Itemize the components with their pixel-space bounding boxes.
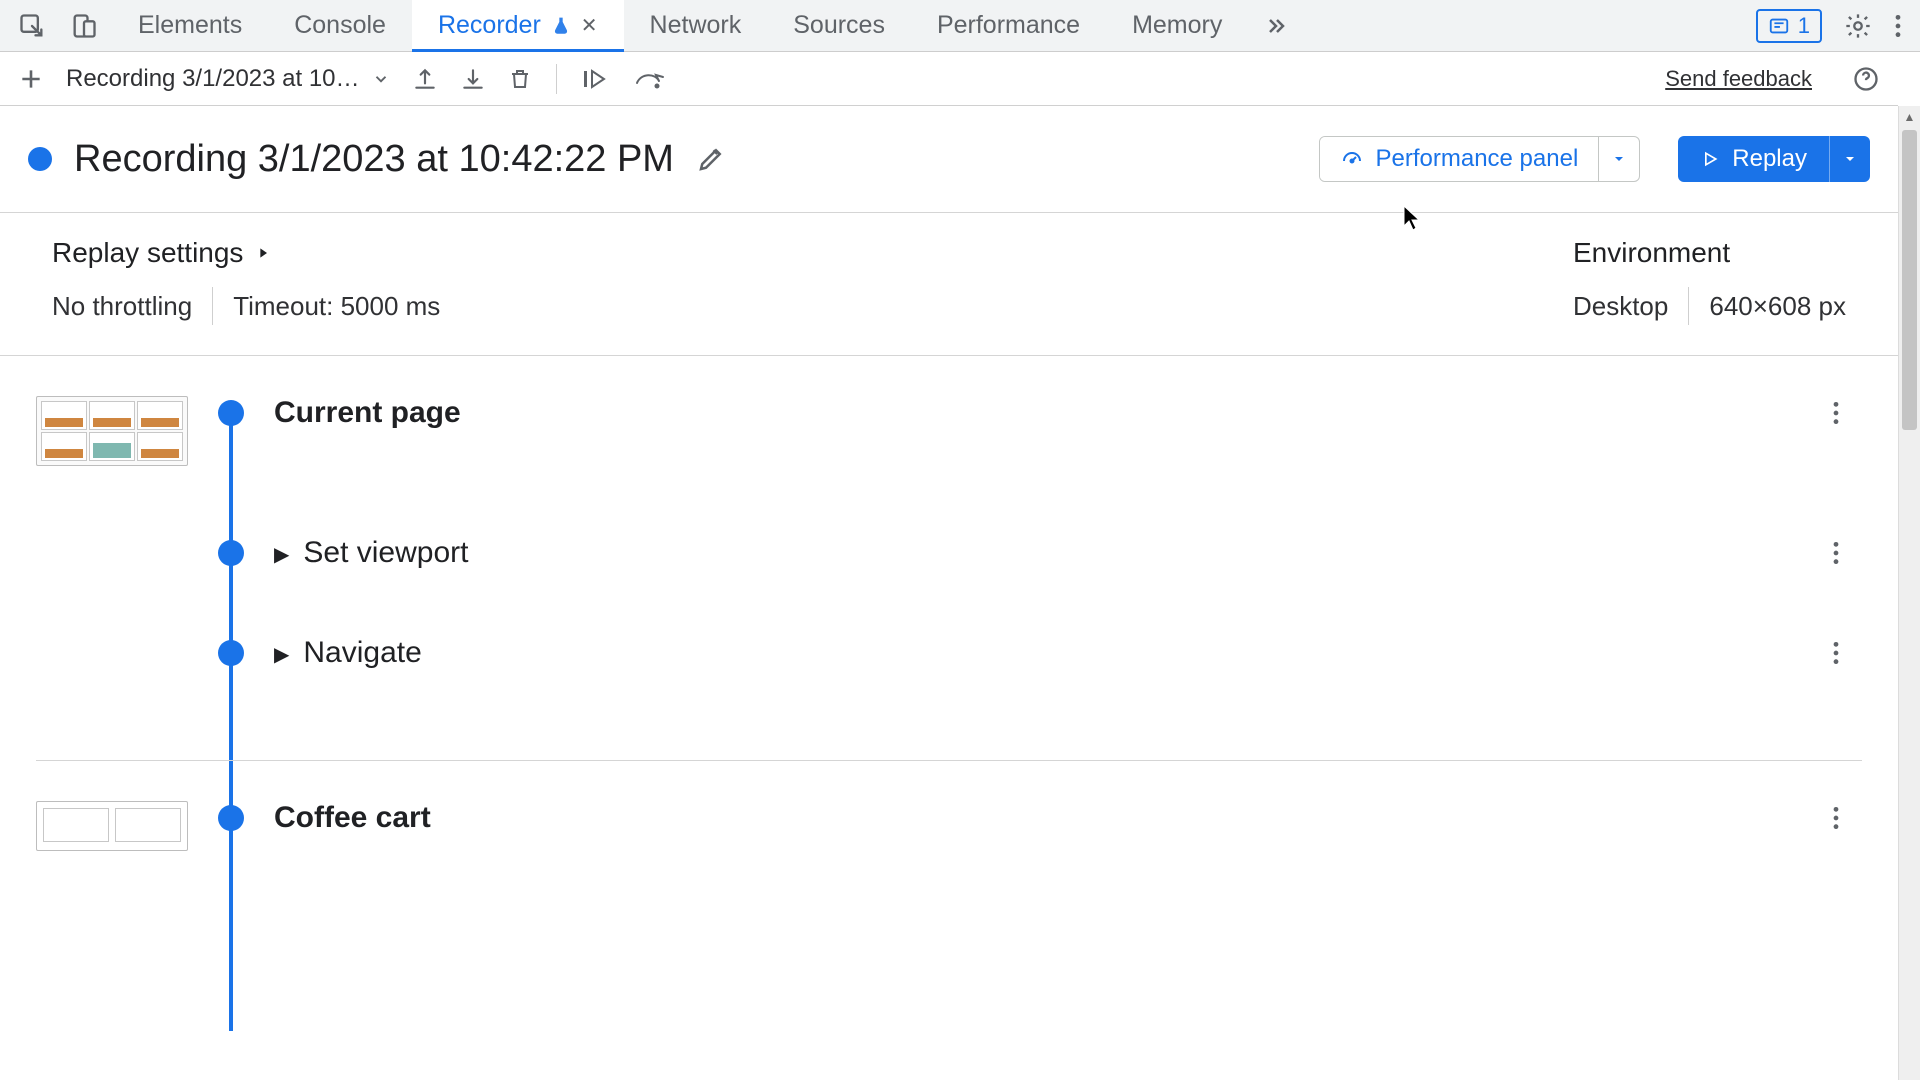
chevron-right-icon: ▶ <box>274 542 289 567</box>
replay-button[interactable]: Replay <box>1678 136 1870 182</box>
timeout-value: Timeout: 5000 ms <box>233 291 440 322</box>
inspect-icon[interactable] <box>18 12 46 40</box>
step-title[interactable]: Coffee cart <box>274 801 431 835</box>
timeline-node <box>218 400 244 426</box>
tab-performance[interactable]: Performance <box>911 0 1106 51</box>
kebab-icon[interactable] <box>1820 640 1852 666</box>
environment-heading: Environment <box>1573 237 1730 269</box>
tab-memory[interactable]: Memory <box>1106 0 1248 51</box>
tab-elements[interactable]: Elements <box>112 0 268 51</box>
recording-indicator-dot <box>28 147 52 171</box>
step-play-icon[interactable] <box>581 66 611 92</box>
recording-title: Recording 3/1/2023 at 10:42:22 PM <box>74 138 674 181</box>
recording-title-row: Recording 3/1/2023 at 10:42:22 PM Perfor… <box>0 106 1898 213</box>
close-icon[interactable]: ✕ <box>581 13 598 38</box>
performance-panel-dropdown[interactable] <box>1598 137 1639 181</box>
timeline-node <box>218 640 244 666</box>
kebab-icon[interactable] <box>1894 13 1902 39</box>
scroll-up-icon[interactable]: ▲ <box>1899 106 1920 128</box>
divider <box>1688 287 1689 325</box>
step-group: ▶ Set viewport <box>36 536 1862 636</box>
plus-icon[interactable] <box>18 66 44 92</box>
tab-label: Sources <box>793 11 885 40</box>
issues-count: 1 <box>1798 13 1810 39</box>
send-feedback-link[interactable]: Send feedback <box>1665 66 1812 92</box>
tab-label: Memory <box>1132 11 1222 40</box>
performance-panel-label: Performance panel <box>1376 145 1579 173</box>
chevron-double-right-icon <box>1264 14 1288 38</box>
devtools-tab-strip: Elements Console Recorder ✕ Network Sour… <box>0 0 1920 52</box>
step-title-text: Current page <box>274 396 461 430</box>
recording-select-label: Recording 3/1/2023 at 10… <box>66 65 360 93</box>
timeline-node <box>218 805 244 831</box>
tab-recorder[interactable]: Recorder ✕ <box>412 0 624 51</box>
steps-timeline: Current page ▶ Set viewport <box>0 356 1898 860</box>
export-icon[interactable] <box>460 66 486 92</box>
throttling-value: No throttling <box>52 291 192 322</box>
divider <box>212 287 213 325</box>
replay-settings-heading: Replay settings <box>52 237 243 269</box>
step-title[interactable]: ▶ Navigate <box>274 636 422 670</box>
tab-label: Console <box>294 11 386 40</box>
tab-label: Recorder <box>438 11 541 40</box>
step-title[interactable]: ▶ Set viewport <box>274 536 468 570</box>
step-over-icon[interactable] <box>633 67 665 91</box>
chevron-down-icon <box>372 70 390 88</box>
step-title[interactable]: Current page <box>274 396 461 430</box>
replay-settings-toggle[interactable]: Replay settings <box>52 237 440 269</box>
help-icon[interactable] <box>1852 65 1880 93</box>
scrollbar-thumb[interactable] <box>1902 130 1917 430</box>
tab-label: Performance <box>937 11 1080 40</box>
vertical-scrollbar[interactable]: ▲ <box>1898 106 1920 1080</box>
settings-environment-row: Replay settings No throttling Timeout: 5… <box>0 213 1898 325</box>
gauge-icon <box>1340 147 1364 171</box>
step-group: Coffee cart <box>36 760 1862 860</box>
tabs-overflow[interactable] <box>1248 0 1304 51</box>
trash-icon[interactable] <box>508 66 532 92</box>
flask-icon <box>551 16 571 36</box>
play-icon <box>1700 149 1720 169</box>
tab-console[interactable]: Console <box>268 0 412 51</box>
recorder-toolbar: Recording 3/1/2023 at 10… Send feedback <box>0 52 1898 106</box>
performance-panel-button[interactable]: Performance panel <box>1319 136 1641 182</box>
step-group: ▶ Navigate <box>36 636 1862 736</box>
import-icon[interactable] <box>412 66 438 92</box>
timeline-node <box>218 540 244 566</box>
edit-icon[interactable] <box>696 144 726 174</box>
step-title-text: Coffee cart <box>274 801 431 835</box>
step-group: Current page <box>36 396 1862 536</box>
recording-select[interactable]: Recording 3/1/2023 at 10… <box>66 65 390 93</box>
tab-sources[interactable]: Sources <box>767 0 911 51</box>
step-thumbnail[interactable] <box>36 801 188 851</box>
chevron-right-icon: ▶ <box>274 642 289 667</box>
step-thumbnail[interactable] <box>36 396 188 466</box>
kebab-icon[interactable] <box>1820 540 1852 566</box>
issues-badge[interactable]: 1 <box>1756 9 1822 43</box>
step-title-text: Navigate <box>303 636 421 670</box>
device-toggle-icon[interactable] <box>70 12 98 40</box>
tab-label: Elements <box>138 11 242 40</box>
chevron-right-icon <box>255 243 271 263</box>
divider <box>556 64 557 94</box>
environment-viewport: 640×608 px <box>1709 291 1846 322</box>
replay-dropdown[interactable] <box>1829 136 1870 182</box>
step-title-text: Set viewport <box>303 536 468 570</box>
tab-network[interactable]: Network <box>624 0 768 51</box>
tab-label: Network <box>650 11 742 40</box>
gear-icon[interactable] <box>1844 12 1872 40</box>
replay-label: Replay <box>1732 145 1807 173</box>
environment-device: Desktop <box>1573 291 1668 322</box>
kebab-icon[interactable] <box>1820 805 1852 831</box>
kebab-icon[interactable] <box>1820 400 1852 426</box>
